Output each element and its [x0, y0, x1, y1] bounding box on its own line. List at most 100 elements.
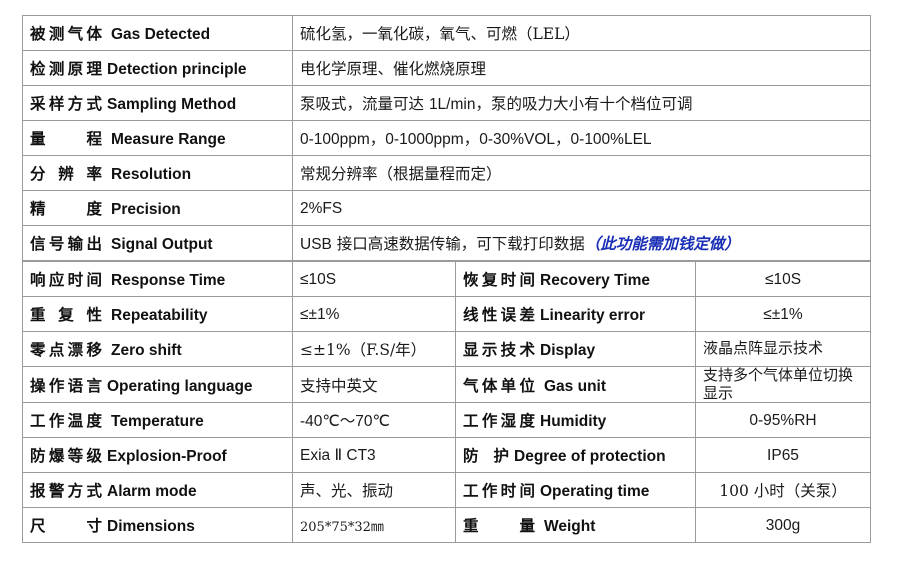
row-value-display: 液晶点阵显示技术 [695, 331, 871, 367]
row-label-en: Precision [111, 201, 181, 218]
table-row: 零点漂移 Zero shift ≤±1%（F.S/年） 显示技术 Display 液… [22, 331, 871, 367]
specification-table-container: 被测气体 Gas Detected 硫化氢，一氧化碳，氧气、可燃（LEL） 检测原… [22, 15, 871, 544]
row-label-en: Zero shift [111, 342, 182, 359]
row-label-degree-of-protection: 防 护 Degree of protection [455, 437, 696, 474]
table-row: 工作温度 Temperature -40℃～70℃ 工作湿度 Humidity 0-… [22, 402, 871, 439]
spec-table-general: 被测气体 Gas Detected 硫化氢，一氧化碳，氧气、可燃（LEL） 检测原… [22, 15, 871, 261]
row-label-cn: 恢复时间 [463, 271, 535, 289]
row-label-cn: 工作湿度 [463, 412, 535, 431]
value-text-latin: ≤±1% [763, 305, 803, 323]
table-row: 量 程 Measure Range 0-100ppm，0-1000ppm，0-30… [22, 120, 871, 156]
table-row: 信号输出 Signal Output USB 接口高速数据传输，可下载打印数据（此… [22, 225, 871, 261]
row-value-sampling-method: 泵吸式，流量可达 1L/min，泵的吸力大小有十个档位可调 [292, 85, 871, 121]
row-value-resolution: 常规分辨率（根据量程而定） [292, 155, 871, 191]
row-value-recovery-time: ≤10S [695, 261, 871, 297]
row-label-cn: 检测原理 [30, 60, 102, 78]
row-value-humidity: 0-95%RH [695, 402, 871, 439]
table-row: 精 度 Precision 2%FS [22, 190, 871, 226]
value-text-latin: -40℃～70℃ [300, 413, 390, 431]
row-label-recovery-time: 恢复时间 Recovery Time [455, 261, 696, 297]
row-label-en: Operating language [107, 377, 253, 395]
row-label-cn: 防 护 [463, 447, 509, 466]
row-label-cn: 精 度 [30, 200, 102, 218]
row-label-precision: 精 度 Precision [22, 190, 293, 226]
row-label-en: Signal Output [111, 236, 213, 253]
row-label-en: Alarm mode [107, 483, 197, 501]
row-value-dimensions: 205*75*32㎜ [292, 507, 456, 544]
row-label-cn: 防爆等级 [30, 447, 102, 466]
value-text-latin: ≤10S [300, 270, 337, 288]
row-label-resolution: 分 辨 率 Resolution [22, 155, 293, 191]
row-label-cn: 分 辨 率 [30, 165, 102, 183]
row-label-cn: 响应时间 [30, 271, 102, 289]
row-label-zero-shift: 零点漂移 Zero shift [22, 331, 293, 367]
row-label-en: Resolution [111, 166, 192, 183]
value-text-post: 接口高速数据传输，可下载打印数据 [331, 235, 585, 253]
row-value-gas-unit: 支持多个气体单位切换显示 [695, 365, 871, 404]
row-label-cn: 采样方式 [30, 95, 102, 113]
row-value-alarm-mode: 声、光、振动 [292, 472, 456, 509]
row-label-cn: 尺 寸 [30, 517, 102, 536]
row-value-weight: 300g [695, 507, 871, 544]
row-label-cn: 报警方式 [30, 482, 102, 501]
value-text-latin: 1L/min [428, 96, 476, 113]
row-label-detection-principle: 检测原理 Detection principle [22, 50, 293, 86]
row-label-dimensions: 尺 寸 Dimensions [22, 507, 293, 544]
row-label-en: Humidity [540, 413, 607, 431]
row-label-en: Gas Detected [111, 26, 211, 43]
row-value-temperature: -40℃～70℃ [292, 402, 456, 439]
row-label-en: Gas unit [544, 377, 607, 395]
row-label-cn: 信号输出 [30, 235, 102, 253]
row-label-weight: 重 量 Weight [455, 507, 696, 544]
row-label-cn: 工作温度 [30, 412, 102, 431]
row-label-repeatability: 重 复 性 Repeatability [22, 296, 293, 332]
row-value-zero-shift: ≤±1%（F.S/年） [292, 331, 456, 367]
value-text-latin: Exia Ⅱ CT3 [300, 446, 376, 464]
row-label-en: Operating time [540, 483, 650, 501]
table-row: 响应时间 Response Time ≤10S 恢复时间 Recovery Time… [22, 261, 871, 297]
row-label-en: Measure Range [111, 131, 226, 148]
value-note-custom-order: （此功能需加钱定做） [584, 235, 740, 253]
row-value-explosion-proof: Exia Ⅱ CT3 [292, 437, 456, 474]
value-text-pre: 泵吸式，流量可达 [300, 95, 429, 113]
row-value-operating-time: 100 小时（关泵） [695, 472, 871, 509]
row-label-en: Weight [544, 518, 596, 536]
row-label-temperature: 工作温度 Temperature [22, 402, 293, 439]
row-label-humidity: 工作湿度 Humidity [455, 402, 696, 439]
row-label-cn: 线性误差 [463, 306, 535, 324]
row-label-display: 显示技术 Display [455, 331, 696, 367]
table-row: 防爆等级 Explosion-Proof Exia Ⅱ CT3 防 护 Degree… [22, 437, 871, 474]
row-label-cn: 重 量 [463, 517, 535, 536]
row-label-en: Recovery Time [540, 272, 650, 289]
table-row: 重 复 性 Repeatability ≤±1% 线性误差 Linearity er… [22, 296, 871, 332]
row-label-gas-unit: 气体单位 Gas unit [455, 365, 696, 404]
row-label-response-time: 响应时间 Response Time [22, 261, 293, 297]
value-text-latin: 300g [765, 516, 801, 534]
value-text-latin: USB [300, 236, 332, 253]
row-label-cn: 零点漂移 [30, 341, 102, 359]
row-label-cn: 气体单位 [463, 376, 535, 395]
row-value-degree-of-protection: IP65 [695, 437, 871, 474]
row-label-cn: 操作语言 [30, 376, 102, 395]
table-row: 检测原理 Detection principle 电化学原理、催化燃烧原理 [22, 50, 871, 86]
row-label-en: Repeatability [111, 307, 208, 324]
row-value-repeatability: ≤±1% [292, 296, 456, 332]
row-label-measure-range: 量 程 Measure Range [22, 120, 293, 156]
value-text-post: ，泵的吸力大小有十个档位可调 [475, 95, 693, 113]
table-row: 被测气体 Gas Detected 硫化氢，一氧化碳，氧气、可燃（LEL） [22, 15, 871, 51]
row-label-signal-output: 信号输出 Signal Output [22, 225, 293, 261]
row-label-operating-time: 工作时间 Operating time [455, 472, 696, 509]
row-label-cn: 量 程 [30, 130, 102, 148]
row-value-gas-detected: 硫化氢，一氧化碳，氧气、可燃（LEL） [292, 15, 871, 51]
row-label-en: Response Time [111, 272, 226, 289]
row-label-en: Temperature [111, 413, 204, 431]
row-label-alarm-mode: 报警方式 Alarm mode [22, 472, 293, 509]
value-text-latin: ≤±1% [300, 305, 340, 323]
value-text-latin: IP65 [767, 446, 799, 464]
row-label-en: Dimensions [107, 518, 195, 536]
row-value-linearity-error: ≤±1% [695, 296, 871, 332]
row-label-en: Explosion-Proof [107, 448, 227, 466]
row-label-sampling-method: 采样方式 Sampling Method [22, 85, 293, 121]
row-label-en: Display [540, 342, 596, 359]
row-value-response-time: ≤10S [292, 261, 456, 297]
